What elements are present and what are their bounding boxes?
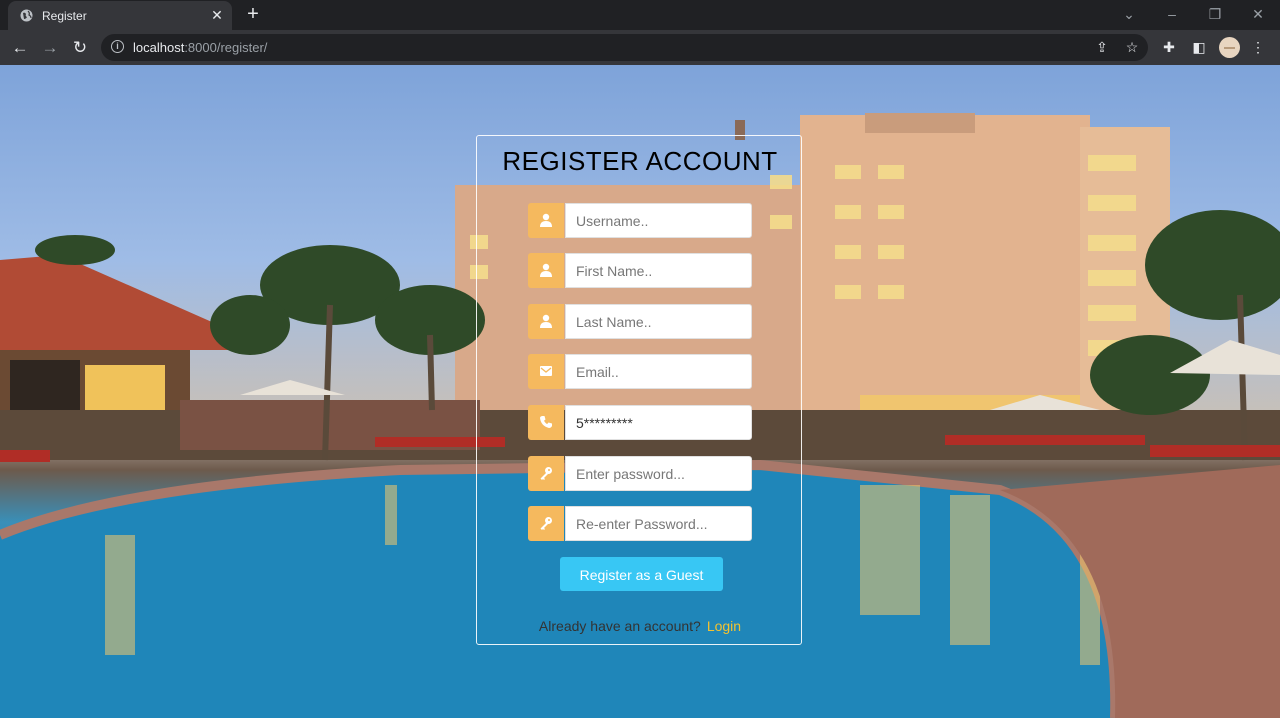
close-tab-icon[interactable]: ✕ <box>208 6 226 24</box>
key-icon <box>528 456 564 491</box>
email-field <box>528 354 752 389</box>
password-input[interactable] <box>565 456 752 491</box>
bookmark-star-icon[interactable]: ☆ <box>1122 37 1142 57</box>
minimize-icon[interactable]: – <box>1160 4 1184 24</box>
page-viewport: REGISTER ACCOUNT Username.. First Name..… <box>0 65 1280 718</box>
url-text: localhost:8000/register/ <box>133 40 267 55</box>
reload-icon[interactable]: ↻ <box>69 37 91 59</box>
last-name-field <box>528 304 752 339</box>
first-name-input[interactable] <box>565 253 752 288</box>
register-guest-button[interactable]: Register as a Guest <box>560 557 723 591</box>
login-prompt-text: Already have an account? <box>538 618 701 634</box>
phone-icon <box>528 405 564 440</box>
extensions-icon[interactable]: ✚ <box>1159 37 1179 57</box>
address-bar[interactable]: i localhost:8000/register/ ⇪ ☆ <box>101 34 1148 61</box>
confirm-password-input[interactable] <box>565 506 752 541</box>
maximize-icon[interactable]: ❐ <box>1203 4 1227 24</box>
phone-field <box>528 405 752 440</box>
site-info-icon[interactable]: i <box>111 40 124 53</box>
globe-icon <box>20 9 33 22</box>
first-name-field <box>528 253 752 288</box>
menu-kebab-icon[interactable]: ⋮ <box>1248 37 1268 57</box>
tab-strip: Register ✕ + ⌄ – ❐ ✕ <box>0 0 1280 30</box>
forward-icon[interactable]: → <box>39 37 61 59</box>
register-card: REGISTER ACCOUNT Username.. First Name..… <box>476 135 802 645</box>
side-panel-icon[interactable]: ◧ <box>1189 37 1209 57</box>
last-name-input[interactable] <box>565 304 752 339</box>
email-input[interactable] <box>565 354 752 389</box>
key-icon <box>528 506 564 541</box>
new-tab-icon[interactable]: + <box>243 4 263 24</box>
url-path: :8000/register/ <box>184 40 268 55</box>
url-host: localhost <box>133 40 185 55</box>
user-icon <box>528 253 564 288</box>
tab-title: Register <box>42 9 87 23</box>
password-field <box>528 456 752 491</box>
envelope-icon <box>528 354 564 389</box>
username-input[interactable] <box>565 203 752 238</box>
tab-search-icon[interactable]: ⌄ <box>1117 4 1141 24</box>
login-prompt: Already have an account? Login <box>477 618 803 634</box>
username-field <box>528 203 752 238</box>
share-icon[interactable]: ⇪ <box>1092 37 1112 57</box>
close-window-icon[interactable]: ✕ <box>1246 4 1270 24</box>
phone-input[interactable] <box>565 405 752 440</box>
browser-toolbar: ← → ↻ i localhost:8000/register/ ⇪ ☆ ✚ ◧… <box>0 30 1280 65</box>
user-icon <box>528 203 564 238</box>
confirm-password-field <box>528 506 752 541</box>
user-icon <box>528 304 564 339</box>
browser-tab[interactable]: Register ✕ <box>8 1 232 30</box>
page-title: REGISTER ACCOUNT <box>502 146 778 176</box>
login-link[interactable]: Login <box>707 618 741 634</box>
back-icon[interactable]: ← <box>9 37 31 59</box>
profile-avatar[interactable] <box>1219 37 1240 58</box>
